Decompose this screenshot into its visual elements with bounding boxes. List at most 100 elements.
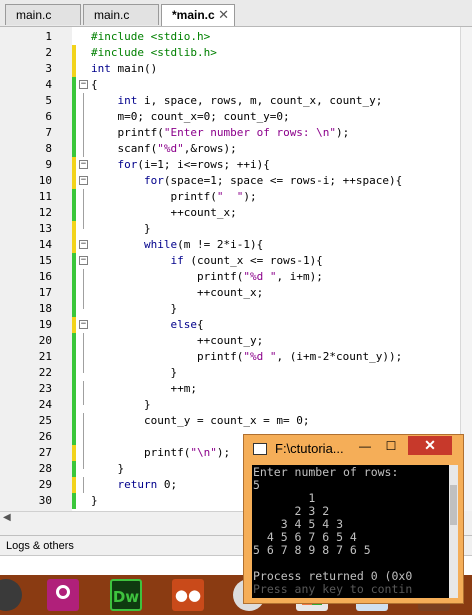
change-marker: [72, 429, 76, 445]
code-text: }: [91, 462, 125, 475]
code-line[interactable]: 8 scanf("%d",&rows);: [0, 141, 460, 157]
code-line[interactable]: 13 }: [0, 221, 460, 237]
code-line[interactable]: 18 }: [0, 301, 460, 317]
code-line[interactable]: 11 printf(" ");: [0, 189, 460, 205]
dreamweaver-label: Dw: [112, 588, 140, 606]
code-line[interactable]: 3 int main(): [0, 61, 460, 77]
fold-toggle-icon[interactable]: −: [79, 160, 88, 169]
fold-toggle-icon[interactable]: −: [79, 320, 88, 329]
tab-label: main.c: [94, 8, 130, 22]
code-text: int i, space, rows, m, count_x, count_y;: [117, 94, 383, 107]
code-line[interactable]: 16 printf("%d ", i+m);: [0, 269, 460, 285]
people-icon[interactable]: ●●: [172, 579, 204, 611]
line-number: 12: [38, 206, 52, 219]
change-marker: [72, 45, 76, 61]
code-line[interactable]: 14 − while(m != 2*i-1){: [0, 237, 460, 253]
fold-line: [83, 333, 84, 349]
change-marker: [72, 93, 76, 109]
code-line[interactable]: 22 }: [0, 365, 460, 381]
logs-tab-label: Logs & others: [6, 540, 74, 552]
code-line[interactable]: 25 count_y = count_x = m= 0;: [0, 413, 460, 429]
code-line[interactable]: 15 − if (count_x <= rows-1){: [0, 253, 460, 269]
console-title-bar[interactable]: F:\ctutoria... — ☐ ✕: [244, 435, 463, 465]
code-line[interactable]: 6 m=0; count_x=0; count_y=0;: [0, 109, 460, 125]
code-text: printf(" ");: [91, 190, 257, 203]
code-text: ++count_x;: [91, 206, 237, 219]
line-number: 30: [38, 494, 52, 507]
line-number: 18: [38, 302, 52, 315]
line-number: 10: [38, 174, 52, 187]
fold-line: [83, 445, 84, 461]
code-line[interactable]: 17 ++count_x;: [0, 285, 460, 301]
code-line[interactable]: 1 #include <stdio.h>: [0, 29, 460, 45]
code-text: return 0;: [117, 478, 178, 491]
code-line[interactable]: 21 printf("%d ", (i+m-2*count_y));: [0, 349, 460, 365]
fold-line: [83, 221, 84, 229]
change-marker: [72, 317, 76, 333]
tab-label: main.c: [16, 8, 52, 22]
code-text: printf("%d ", (i+m-2*count_y));: [91, 350, 403, 363]
console-line: 5 6 7 8 9 8 7 6 5: [253, 543, 371, 557]
fold-toggle-icon[interactable]: −: [79, 256, 88, 265]
code-line[interactable]: 9 − for(i=1; i<=rows; ++i){: [0, 157, 460, 173]
line-number: 5: [45, 94, 52, 107]
code-line[interactable]: 20 ++count_y;: [0, 333, 460, 349]
code-text: printf("Enter number of rows: \n");: [91, 126, 350, 139]
code-line[interactable]: 5 int i, space, rows, m, count_x, count_…: [0, 93, 460, 109]
tab-main-c-active[interactable]: *main.c ✕: [161, 4, 235, 26]
change-marker: [72, 333, 76, 349]
fold-line: [83, 477, 84, 493]
fold-line: [83, 141, 84, 157]
close-button[interactable]: ✕: [408, 436, 452, 455]
code-line[interactable]: 12 ++count_x;: [0, 205, 460, 221]
line-number: 1: [45, 30, 52, 43]
camera-app-icon[interactable]: [47, 579, 79, 611]
code-text: printf("%d ", i+m);: [91, 270, 323, 283]
console-scrollbar-thumb[interactable]: [450, 485, 457, 525]
line-number: 11: [38, 190, 52, 203]
line-number: 6: [45, 110, 52, 123]
fold-line: [83, 381, 84, 397]
code-text: }: [91, 494, 98, 507]
tab-main-c-1[interactable]: main.c: [5, 4, 81, 25]
change-marker: [72, 269, 76, 285]
scroll-left-icon[interactable]: ◀: [3, 512, 11, 523]
code-line[interactable]: 24 }: [0, 397, 460, 413]
tab-close-icon[interactable]: ✕: [218, 5, 229, 25]
code-line[interactable]: 10 − for(space=1; space <= rows-i; ++spac…: [0, 173, 460, 189]
code-line[interactable]: 2 #include <stdlib.h>: [0, 45, 460, 61]
code-line[interactable]: 19 − else{: [0, 317, 460, 333]
line-number: 9: [45, 158, 52, 171]
line-number: 16: [38, 270, 52, 283]
console-window[interactable]: F:\ctutoria... — ☐ ✕ Enter number of row…: [243, 434, 464, 604]
chrome-icon[interactable]: [0, 579, 22, 611]
fold-toggle-icon[interactable]: −: [79, 176, 88, 185]
line-number: 27: [38, 446, 52, 459]
minimize-button[interactable]: —: [354, 437, 376, 455]
change-marker: [72, 381, 76, 397]
code-line[interactable]: 23 ++m;: [0, 381, 460, 397]
code-text: count_y = count_x = m= 0;: [91, 414, 310, 427]
console-scrollbar[interactable]: [449, 465, 458, 598]
code-text: else{: [170, 318, 204, 331]
line-number: 3: [45, 62, 52, 75]
maximize-button[interactable]: ☐: [380, 437, 402, 455]
tab-bar: main.c main.c *main.c ✕: [0, 0, 472, 27]
fold-line: [83, 125, 84, 141]
code-line[interactable]: 4 −{: [0, 77, 460, 93]
line-number: 8: [45, 142, 52, 155]
fold-toggle-icon[interactable]: −: [79, 240, 88, 249]
dreamweaver-icon[interactable]: Dw: [110, 579, 142, 611]
code-text: while(m != 2*i-1){: [143, 238, 264, 251]
change-marker: [72, 221, 76, 237]
fold-toggle-icon[interactable]: −: [79, 80, 88, 89]
code-text: printf("\n");: [91, 446, 231, 459]
fold-line: [83, 365, 84, 373]
line-number: 24: [38, 398, 52, 411]
console-line: Press any key to contin: [253, 582, 413, 596]
tab-main-c-2[interactable]: main.c: [83, 4, 159, 25]
console-line: Enter number of rows:: [253, 465, 399, 479]
code-line[interactable]: 7 printf("Enter number of rows: \n");: [0, 125, 460, 141]
code-text: scanf("%d",&rows);: [91, 142, 237, 155]
line-number: 19: [38, 318, 52, 331]
